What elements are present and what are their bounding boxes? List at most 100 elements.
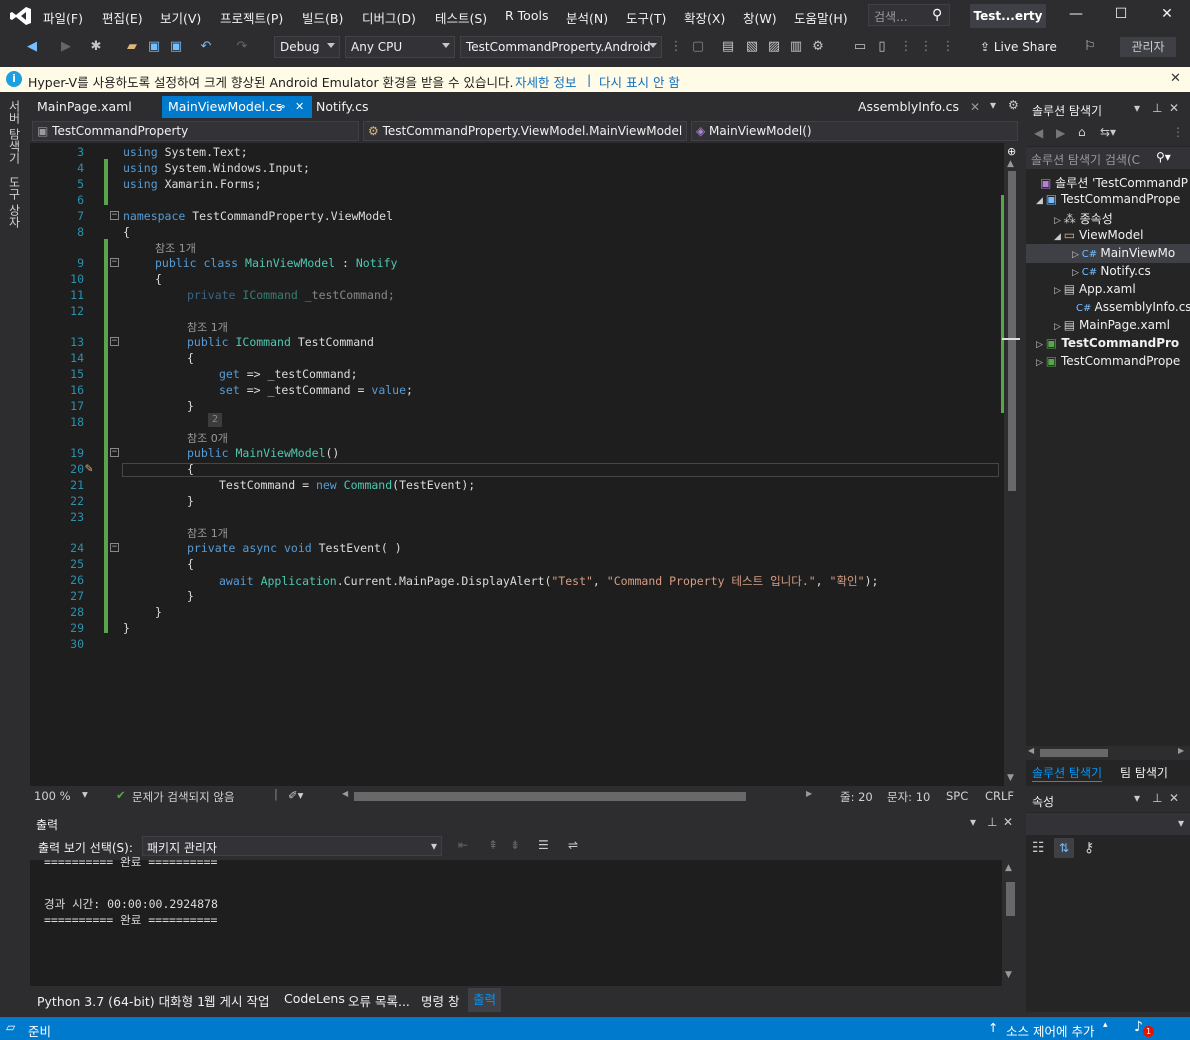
menu-build[interactable]: 빌드(B) [302, 8, 343, 27]
forward-icon[interactable]: ▶ [58, 39, 74, 55]
fold-toggle-icon[interactable]: − [110, 448, 119, 457]
output-text[interactable]: ========== 완료 ========== 경과 시간: 00:00:00… [30, 855, 1002, 986]
collapsed-arrow-icon[interactable]: ▷ [1036, 340, 1046, 350]
clear-all-icon[interactable]: ☰ [538, 838, 549, 852]
tab-list-dropdown-icon[interactable]: ▾ [990, 98, 996, 112]
more-info-link[interactable]: 자세한 정보 [515, 72, 576, 91]
settings-icon[interactable]: ⚙ [810, 39, 826, 55]
tab-solution-explorer[interactable]: 솔루션 탐색기 [1032, 764, 1103, 782]
tab-close-icon[interactable]: ✕ [295, 96, 304, 118]
image-icon[interactable]: ▨ [766, 39, 782, 55]
brush-icon[interactable]: ✐▾ [288, 788, 303, 802]
close-button[interactable]: ✕ [1157, 6, 1177, 26]
tab-web-publish[interactable]: 웹 게시 작업 [204, 991, 269, 1010]
whitespace-indicator[interactable]: SPC [946, 789, 968, 803]
fold-toggle-icon[interactable]: − [110, 211, 119, 220]
horizontal-scrollbar-thumb[interactable] [354, 792, 746, 801]
tree-item-mainpage-xaml[interactable]: ▷ ▤ MainPage.xaml [1054, 318, 1170, 332]
menu-debug[interactable]: 디버그(D) [362, 8, 416, 27]
tree-item-mainviewmodel[interactable]: ▷ C# MainViewMo [1072, 246, 1175, 260]
sync-view-icon[interactable]: ⇆▾ [1100, 125, 1116, 139]
tree-item-project-shared[interactable]: ◢ ▣ TestCommandPrope [1036, 192, 1180, 206]
toolbar-icon-a[interactable]: ⋮ [668, 39, 684, 55]
split-icon[interactable]: ⊕ [1007, 145, 1016, 158]
line-indicator[interactable]: 줄: 20 [840, 789, 873, 805]
forward-icon[interactable]: ▶ [1056, 126, 1065, 140]
tab-error-list[interactable]: 오류 목록... [348, 991, 410, 1010]
collapsed-arrow-icon[interactable]: ▷ [1072, 250, 1082, 260]
fold-toggle-icon[interactable]: − [110, 258, 119, 267]
chevron-down-icon[interactable]: ▾ [82, 787, 88, 801]
menu-analyze[interactable]: 분석(N) [566, 8, 608, 27]
add-to-source-control-button[interactable]: 소스 제어에 추가 [1006, 1021, 1094, 1040]
info-close-icon[interactable]: ✕ [1170, 71, 1181, 86]
menu-extensions[interactable]: 확장(X) [684, 8, 725, 27]
output-source-dropdown[interactable]: 패키지 관리자 ▾ [142, 836, 442, 856]
solution-hscrollbar[interactable]: ◀ ▶ [1026, 746, 1190, 760]
tab-codelens[interactable]: CodeLens [284, 991, 345, 1006]
layout-icon[interactable]: ▥ [788, 39, 804, 55]
chevron-down-icon[interactable]: ▾ [1134, 101, 1140, 115]
scroll-right-icon[interactable]: ▶ [1178, 746, 1184, 755]
menu-help[interactable]: 도움말(H) [794, 8, 848, 27]
notification-bell-icon[interactable]: ♪ [1134, 1019, 1143, 1035]
collapsed-arrow-icon[interactable]: ▷ [1054, 322, 1064, 332]
chevron-down-icon[interactable]: ▾ [970, 815, 976, 829]
project-nav-dropdown[interactable]: ▣ TestCommandProperty [32, 121, 359, 141]
tab-python-interactive[interactable]: Python 3.7 (64-bit) 대화형 1 [37, 991, 205, 1010]
tab-notify-cs[interactable]: Notify.cs [310, 96, 375, 118]
config-dropdown[interactable]: Debug [274, 36, 340, 58]
tab-command-window[interactable]: 명령 창 [421, 991, 459, 1010]
chevron-up-icon[interactable]: ▴ [1103, 1020, 1108, 1030]
fold-toggle-icon[interactable]: − [110, 337, 119, 346]
toolbar-icon-d[interactable]: ⋮ [918, 39, 934, 55]
toolbar-icon-b[interactable]: ▢ [690, 39, 706, 55]
server-explorer-tab[interactable]: 서버 탐색기 [6, 100, 23, 164]
zoom-level[interactable]: 100 % [34, 789, 71, 803]
menu-tools[interactable]: 도구(T) [626, 8, 666, 27]
search-icon[interactable]: ⚲▾ [1156, 150, 1171, 164]
open-folder-icon[interactable]: ▰ [124, 39, 140, 55]
new-project-icon[interactable]: ✱ [88, 39, 104, 55]
fold-toggle-icon[interactable]: − [110, 543, 119, 552]
scroll-up-icon[interactable]: ▲ [1007, 159, 1014, 169]
alphabetical-icon[interactable]: ⇅ [1054, 838, 1074, 858]
tree-item-app-xaml[interactable]: ▷ ▤ App.xaml [1054, 282, 1136, 296]
tree-item-solution[interactable]: ▣ 솔루션 'TestCommandP [1040, 174, 1188, 191]
scroll-left-icon[interactable]: ◀ [1028, 746, 1034, 755]
line-ending-indicator[interactable]: CRLF [985, 789, 1014, 803]
codelens-references[interactable]: 참조 0개 [187, 430, 228, 446]
menu-rtools[interactable]: R Tools [505, 8, 548, 23]
codelens-references[interactable]: 참조 1개 [187, 319, 228, 335]
expanded-arrow-icon[interactable]: ◢ [1054, 232, 1064, 242]
tab-assemblyinfo-cs[interactable]: AssemblyInfo.cs [852, 96, 965, 118]
scroll-right-icon[interactable]: ▶ [806, 789, 812, 798]
tablet-icon[interactable]: ▯ [874, 39, 890, 55]
quick-action-screwdriver-icon[interactable]: ✎ [85, 461, 93, 476]
toolbox-tab[interactable]: 도구 상자 [6, 176, 23, 228]
output-scrollbar[interactable]: ▲ ▼ [1002, 860, 1018, 986]
back-icon[interactable]: ◀ [1034, 126, 1043, 140]
tree-item-project-android[interactable]: ▷ ▣ TestCommandPro [1036, 336, 1179, 350]
tab-team-explorer[interactable]: 팀 탐색기 [1120, 764, 1168, 781]
class-nav-dropdown[interactable]: ⚙ TestCommandProperty.ViewModel.MainView… [363, 121, 687, 141]
collapsed-arrow-icon[interactable]: ▷ [1036, 358, 1046, 368]
tab-mainviewmodel-cs[interactable]: MainViewModel.cs ⊸ ✕ [162, 96, 312, 118]
solution-search-input[interactable]: 솔루션 탐색기 검색(C ⚲▾ [1026, 147, 1190, 169]
startup-project-dropdown[interactable]: TestCommandProperty.Android [460, 36, 662, 58]
scroll-left-icon[interactable]: ◀ [342, 789, 348, 798]
monitor-icon[interactable]: ▭ [852, 39, 868, 55]
device-icon[interactable]: ▤ [720, 39, 736, 55]
toolbar-icon-e[interactable]: ⋮ [940, 39, 956, 55]
feedback-icon[interactable]: ⚐ [1082, 39, 1098, 55]
undo-icon[interactable]: ↶ [198, 39, 214, 55]
pin-icon[interactable]: ⊸ [276, 96, 285, 118]
menu-test[interactable]: 테스트(S) [435, 8, 487, 27]
collapsed-arrow-icon[interactable]: ▷ [1054, 286, 1064, 296]
close-icon[interactable]: ✕ [1169, 791, 1179, 805]
tab-mainpage-xaml[interactable]: MainPage.xaml [31, 96, 138, 118]
search-icon[interactable]: ⚲ [932, 7, 942, 23]
scroll-down-icon[interactable]: ▼ [1007, 773, 1014, 783]
scroll-up-icon[interactable]: ▲ [1005, 863, 1012, 873]
home-icon[interactable]: ⌂ [1078, 125, 1086, 139]
